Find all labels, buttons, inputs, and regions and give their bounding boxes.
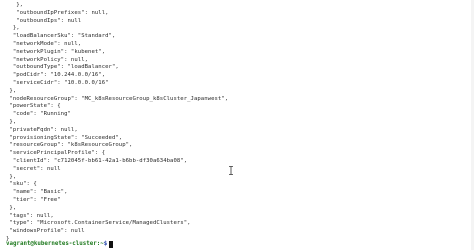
- terminal-line: "outboundIps": null: [6, 17, 82, 24]
- terminal-line: "privateFqdn": null,: [6, 126, 78, 133]
- terminal-line: "tier": "Free": [6, 196, 61, 203]
- terminal-line: },: [6, 204, 17, 211]
- terminal-line: "windowsProfile": null: [6, 228, 85, 235]
- terminal-line: "powerState": {: [6, 103, 61, 110]
- terminal-line: "outboundType": "loadBalancer",: [6, 64, 119, 71]
- terminal-line: "networkPolicy": null,: [6, 56, 89, 63]
- terminal-line: "nodeResourceGroup": "MC_k8sResourceGrou…: [6, 95, 229, 102]
- terminal-line: },: [6, 2, 24, 8]
- terminal-line: "serviceCidr": "10.0.0.0/16": [6, 79, 109, 86]
- terminal-window[interactable]: }, "outboundIpPrefixes": null, "outbound…: [0, 0, 474, 250]
- terminal-line: "clientId": "c712045f-bb61-42a1-b6bb-df3…: [6, 157, 188, 164]
- terminal-line: "networkMode": null,: [6, 40, 82, 47]
- terminal-line: "podCidr": "10.244.0.0/16",: [6, 72, 106, 79]
- terminal-line: "tags": null,: [6, 212, 54, 219]
- terminal-line: "resourceGroup": "k8sResourceGroup",: [6, 142, 133, 149]
- terminal-output: }, "outboundIpPrefixes": null, "outbound…: [6, 2, 228, 244]
- terminal-line: "outboundIpPrefixes": null,: [6, 9, 109, 16]
- terminal-line: "code": "Running": [6, 111, 71, 118]
- prompt-user-host: vagrant@kubernetes-cluster:~: [6, 241, 104, 247]
- terminal-line: "servicePrincipalProfile": {: [6, 150, 106, 157]
- terminal-line: },: [6, 87, 17, 94]
- text-cursor: [109, 240, 114, 248]
- terminal-line: "name": "Basic",: [6, 189, 68, 196]
- terminal-line: "loadBalancerSku": "Standard",: [6, 33, 116, 40]
- terminal-line: },: [6, 173, 17, 180]
- command-prompt[interactable]: vagrant@kubernetes-cluster:~ $: [6, 240, 114, 248]
- terminal-line: "networkPlugin": "kubenet",: [6, 48, 106, 55]
- terminal-line: "sku": {: [6, 181, 37, 188]
- terminal-line: "type": "Microsoft.ContainerService/Mana…: [6, 220, 191, 227]
- terminal-line: },: [6, 25, 20, 32]
- terminal-line: "provisioningState": "Succeeded",: [6, 134, 123, 141]
- prompt-symbol: $: [103, 241, 108, 247]
- terminal-line: "secret": null: [6, 165, 61, 172]
- terminal-line: },: [6, 118, 17, 125]
- i-beam-cursor-icon: [229, 166, 233, 175]
